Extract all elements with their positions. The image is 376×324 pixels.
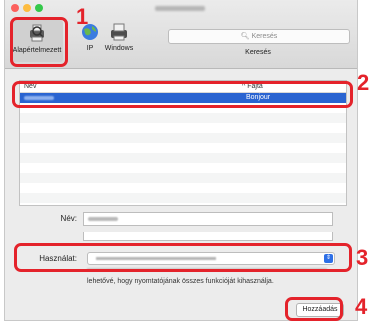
search-field[interactable]: 🔍︎ Keresés bbox=[168, 29, 350, 44]
name-value-redacted bbox=[88, 217, 118, 221]
list-stripe bbox=[20, 133, 346, 143]
callout-box-1 bbox=[10, 17, 68, 67]
tab-windows[interactable]: Windows bbox=[101, 22, 137, 52]
zoom-window-icon[interactable] bbox=[35, 4, 43, 12]
callout-number-4: 4 bbox=[355, 294, 368, 319]
callout-number-2: 2 bbox=[357, 70, 370, 95]
list-stripe bbox=[20, 153, 346, 163]
callout-box-2 bbox=[12, 81, 353, 108]
windows-printer-icon bbox=[111, 23, 127, 41]
name-label: Név: bbox=[60, 214, 77, 223]
callout-number-1: 1 bbox=[76, 4, 89, 29]
close-window-icon[interactable] bbox=[11, 4, 19, 12]
minimize-window-icon[interactable] bbox=[23, 4, 31, 12]
tab-ip-label: IP bbox=[86, 45, 94, 52]
callout-box-4 bbox=[285, 297, 343, 321]
window-title bbox=[155, 6, 205, 11]
list-stripe bbox=[20, 173, 346, 183]
callout-number-3: 3 bbox=[356, 245, 369, 270]
location-field[interactable] bbox=[83, 232, 333, 241]
name-field[interactable] bbox=[83, 212, 333, 226]
search-caption: Keresés bbox=[245, 49, 271, 56]
list-stripe bbox=[20, 193, 346, 203]
search-icon: 🔍︎ bbox=[240, 33, 250, 40]
search-placeholder: Keresés bbox=[251, 33, 278, 40]
tab-windows-label: Windows bbox=[104, 45, 134, 52]
info-text: lehetővé, hogy nyomtatójának összes funk… bbox=[87, 278, 274, 285]
callout-box-3 bbox=[14, 243, 352, 272]
list-stripe bbox=[20, 113, 346, 123]
